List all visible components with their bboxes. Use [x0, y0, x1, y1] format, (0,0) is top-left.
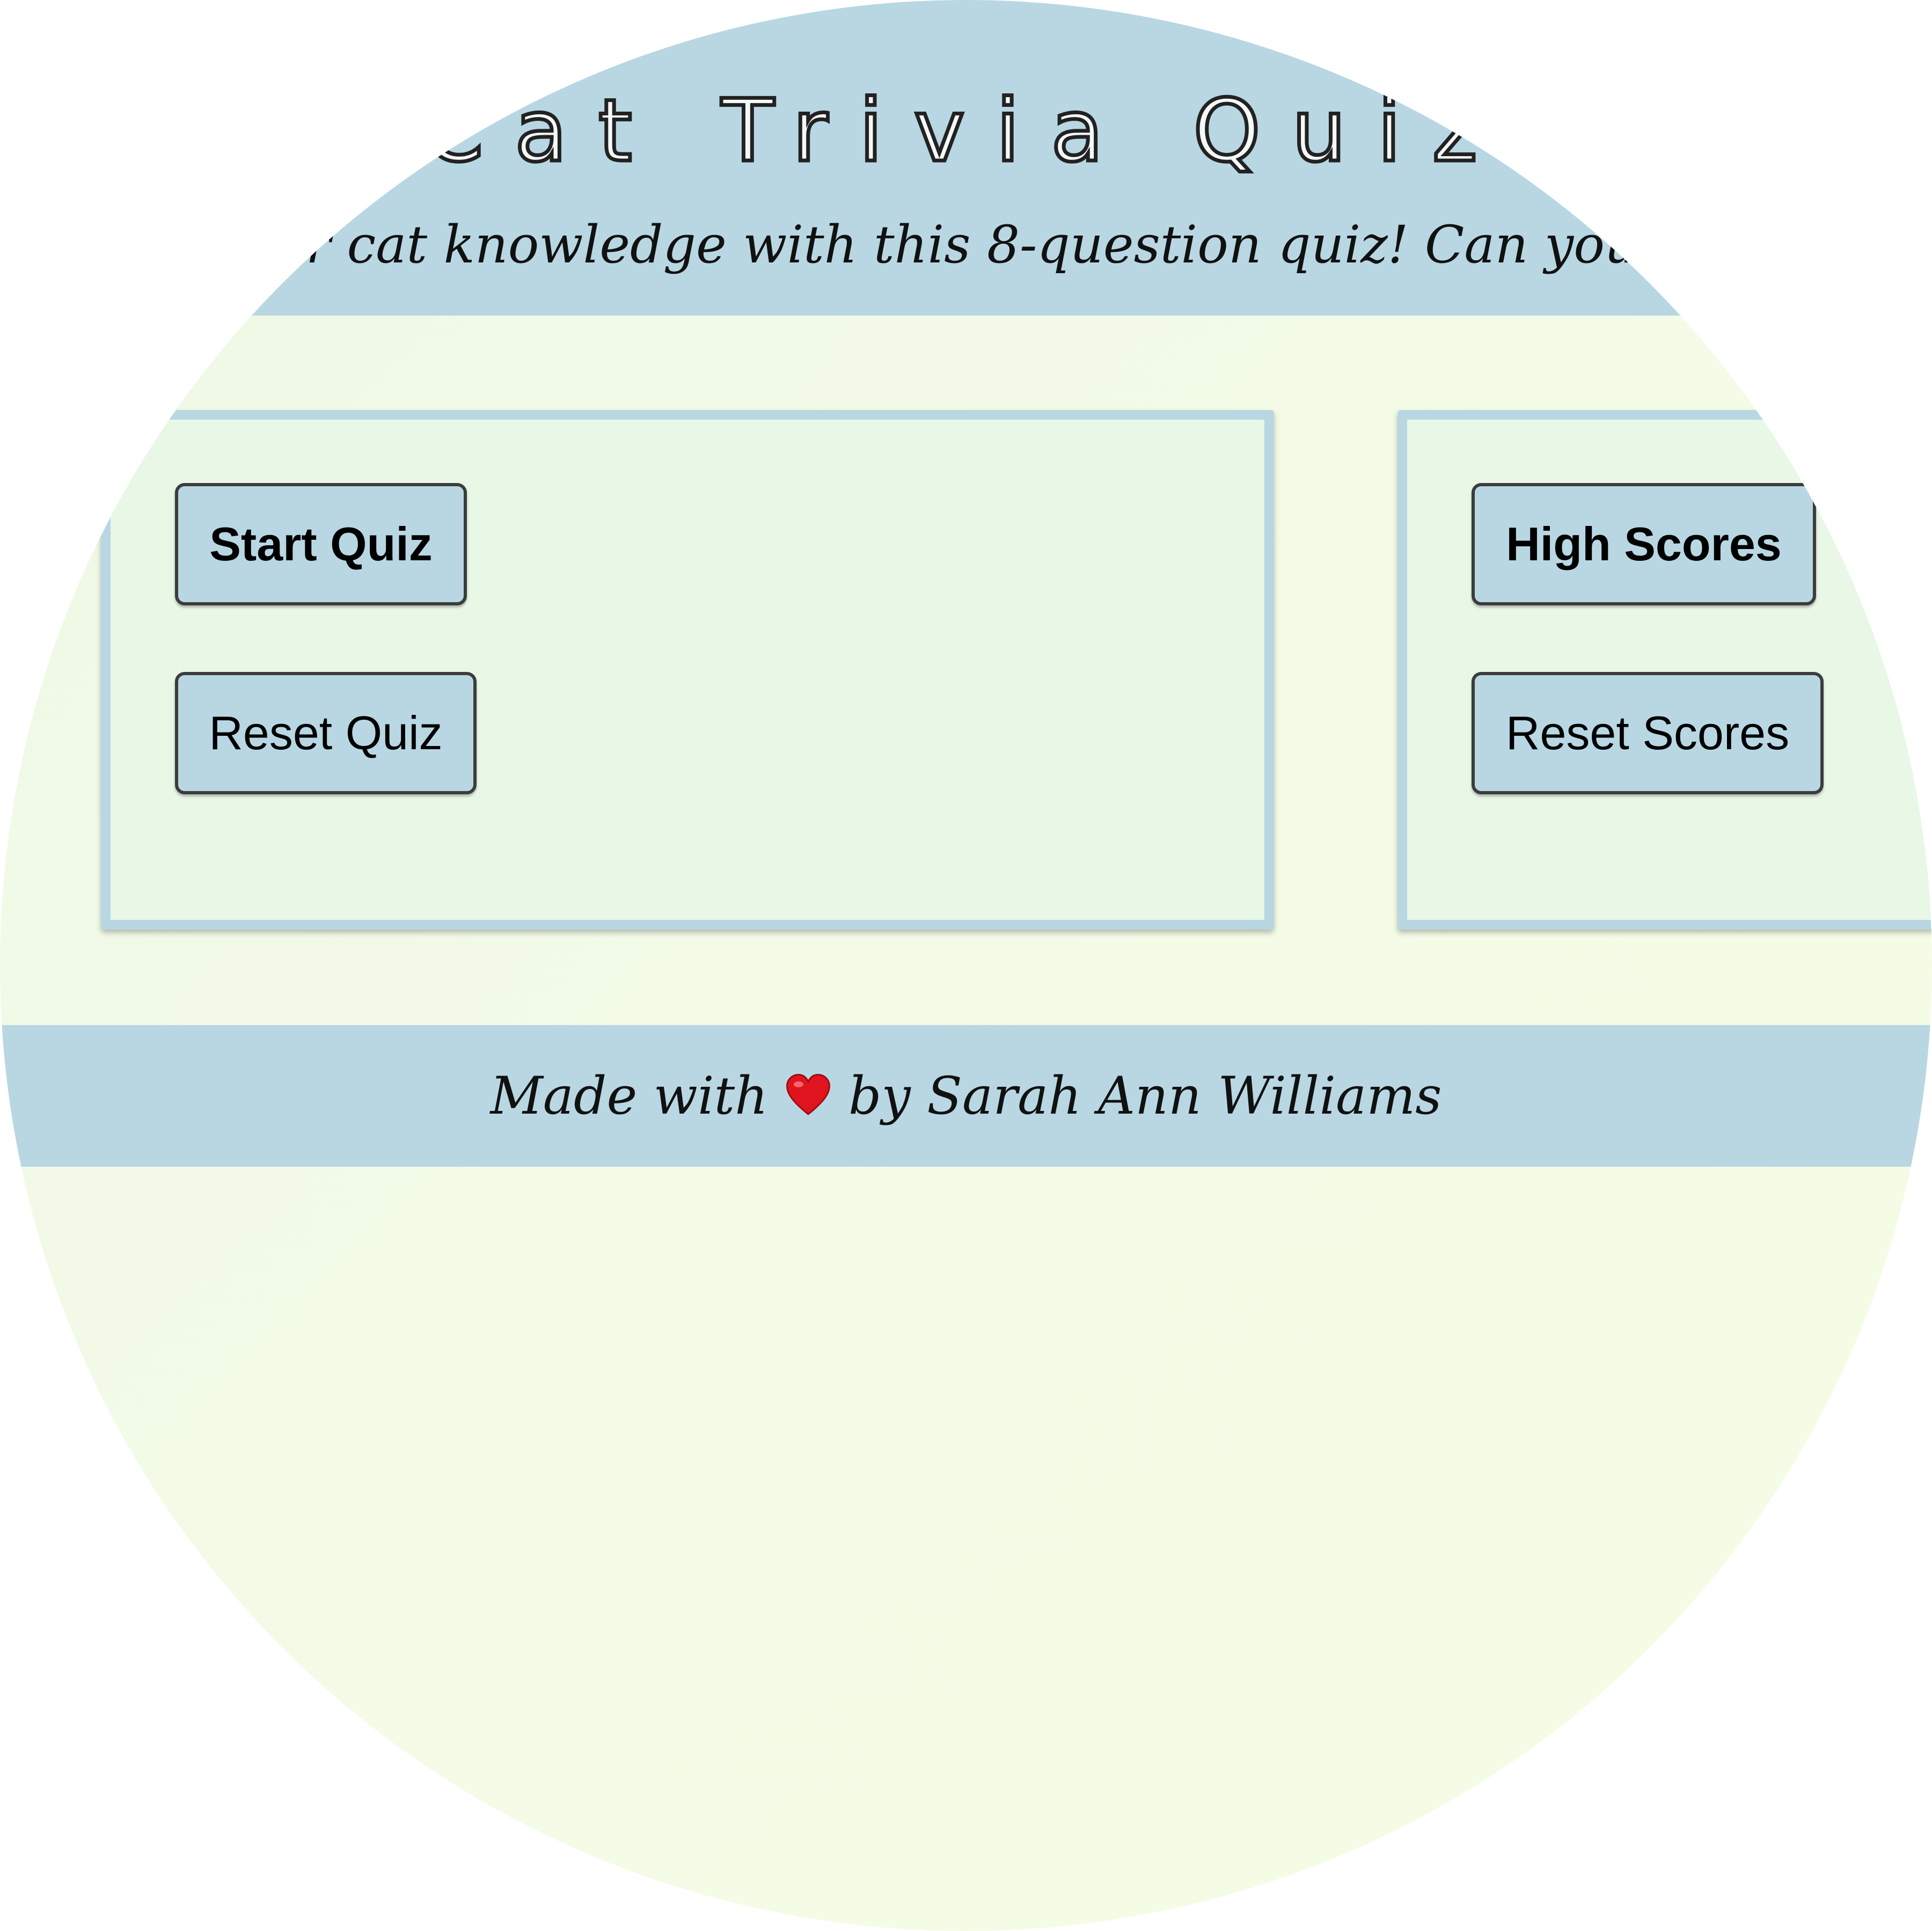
reset-quiz-button[interactable]: Reset Quiz [175, 672, 477, 794]
page-footer: Made with by Sarah Ann Williams [0, 1025, 1932, 1167]
footer-made-with: Made with [490, 1066, 769, 1126]
footer-credit: Made with by Sarah Ann Williams [490, 1066, 1441, 1126]
reset-scores-button[interactable]: Reset Scores [1472, 672, 1824, 794]
footer-by-line: by Sarah Ann Williams [848, 1066, 1442, 1126]
heart-icon [784, 1072, 832, 1120]
page-viewport: Cat Trivia Quiz Test your cat knowledge … [0, 0, 1932, 1931]
page-header: Cat Trivia Quiz Test your cat knowledge … [0, 0, 1932, 316]
page-title: Cat Trivia Quiz [422, 79, 1509, 183]
start-quiz-button[interactable]: Start Quiz [175, 483, 467, 605]
page-subtitle: Test your cat knowledge with this 8-ques… [88, 215, 1844, 275]
high-scores-button[interactable]: High Scores [1472, 483, 1816, 605]
